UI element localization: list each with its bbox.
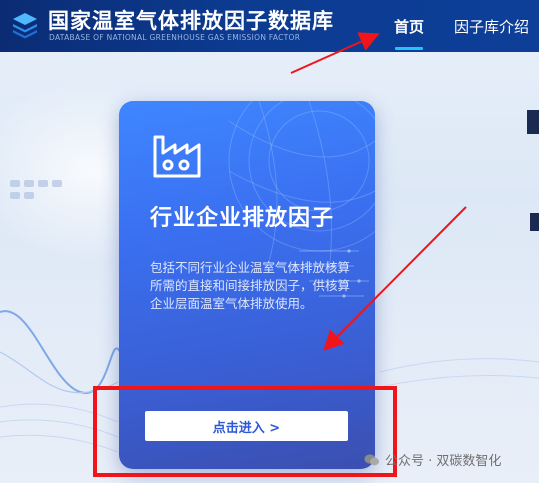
wechat-icon (364, 453, 379, 465)
annotation-highlight-box (93, 386, 397, 477)
site-title: 国家温室气体排放因子数据库 (48, 9, 334, 33)
nav-active-indicator (395, 47, 423, 50)
watermark: 公众号 · 双碳数智化 (364, 450, 501, 469)
background-decoration-block (527, 110, 539, 134)
factory-icon (153, 135, 201, 178)
layered-stack-icon (13, 13, 37, 39)
watermark-text: 公众号 · 双碳数智化 (385, 454, 502, 469)
site-subtitle: DATABASE OF NATIONAL GREENHOUSE GAS EMIS… (49, 33, 301, 42)
nav-home-link[interactable]: 首页 (394, 16, 424, 37)
site-header: 国家温室气体排放因子数据库 DATABASE OF NATIONAL GREEN… (0, 0, 539, 52)
card-title: 行业企业排放因子 (150, 206, 335, 231)
card-description: 包括不同行业企业温室气体排放核算所需的直接和间接排放因子，供核算企业层面温室气体… (150, 260, 351, 311)
nav-intro-link[interactable]: 因子库介绍 (454, 16, 529, 37)
background-decoration-block (530, 213, 539, 231)
